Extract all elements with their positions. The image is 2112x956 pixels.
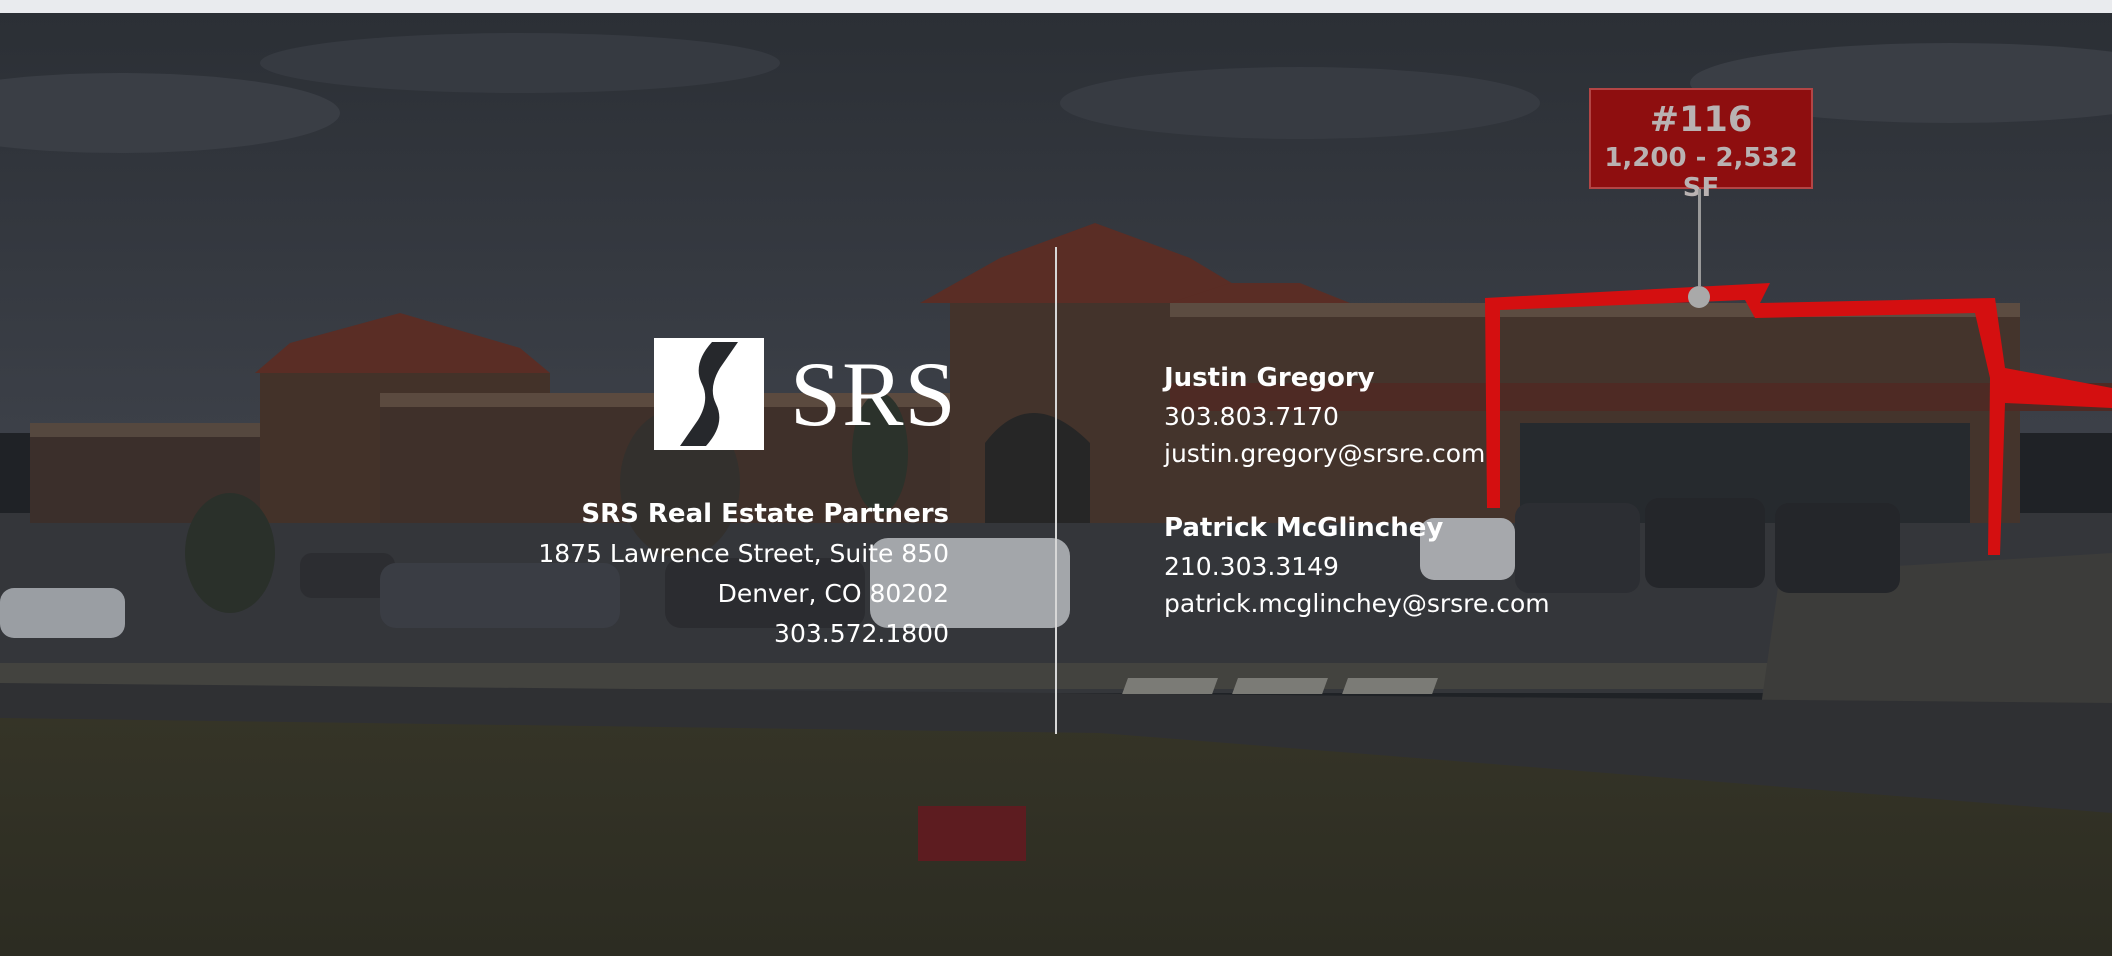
srs-wordmark: SRS <box>790 343 957 445</box>
callout-leader-line <box>1698 189 1701 286</box>
contact-email[interactable]: justin.gregory@srsre.com <box>1164 435 1584 473</box>
top-bar <box>0 0 2112 13</box>
callout-leader-dot <box>1688 286 1710 308</box>
unit-size-range: 1,200 - 2,532 SF <box>1604 143 1798 203</box>
office-city: Denver, CO 80202 <box>717 579 949 608</box>
unit-callout-badge: #116 1,200 - 2,532 SF <box>1589 88 1813 203</box>
office-info: SRS Real Estate Partners 1875 Lawrence S… <box>520 494 949 654</box>
center-divider <box>1055 247 1057 734</box>
unit-number: #116 <box>1649 100 1753 140</box>
contact-card: Patrick McGlinchey 210.303.3149 patrick.… <box>1164 510 1584 623</box>
contact-phone[interactable]: 303.803.7170 <box>1164 398 1584 436</box>
contact-phone[interactable]: 210.303.3149 <box>1164 548 1584 586</box>
company-name: SRS Real Estate Partners <box>581 499 949 529</box>
contact-email[interactable]: patrick.mcglinchey@srsre.com <box>1164 585 1584 623</box>
office-street: 1875 Lawrence Street, Suite 850 <box>538 539 949 568</box>
contact-name: Justin Gregory <box>1164 363 1375 393</box>
srs-logo[interactable]: SRS <box>654 338 956 452</box>
contact-card: Justin Gregory 303.803.7170 justin.grego… <box>1164 360 1584 473</box>
contact-name: Patrick McGlinchey <box>1164 513 1444 543</box>
office-phone[interactable]: 303.572.1800 <box>520 614 949 654</box>
srs-s-mark-icon <box>654 338 764 450</box>
